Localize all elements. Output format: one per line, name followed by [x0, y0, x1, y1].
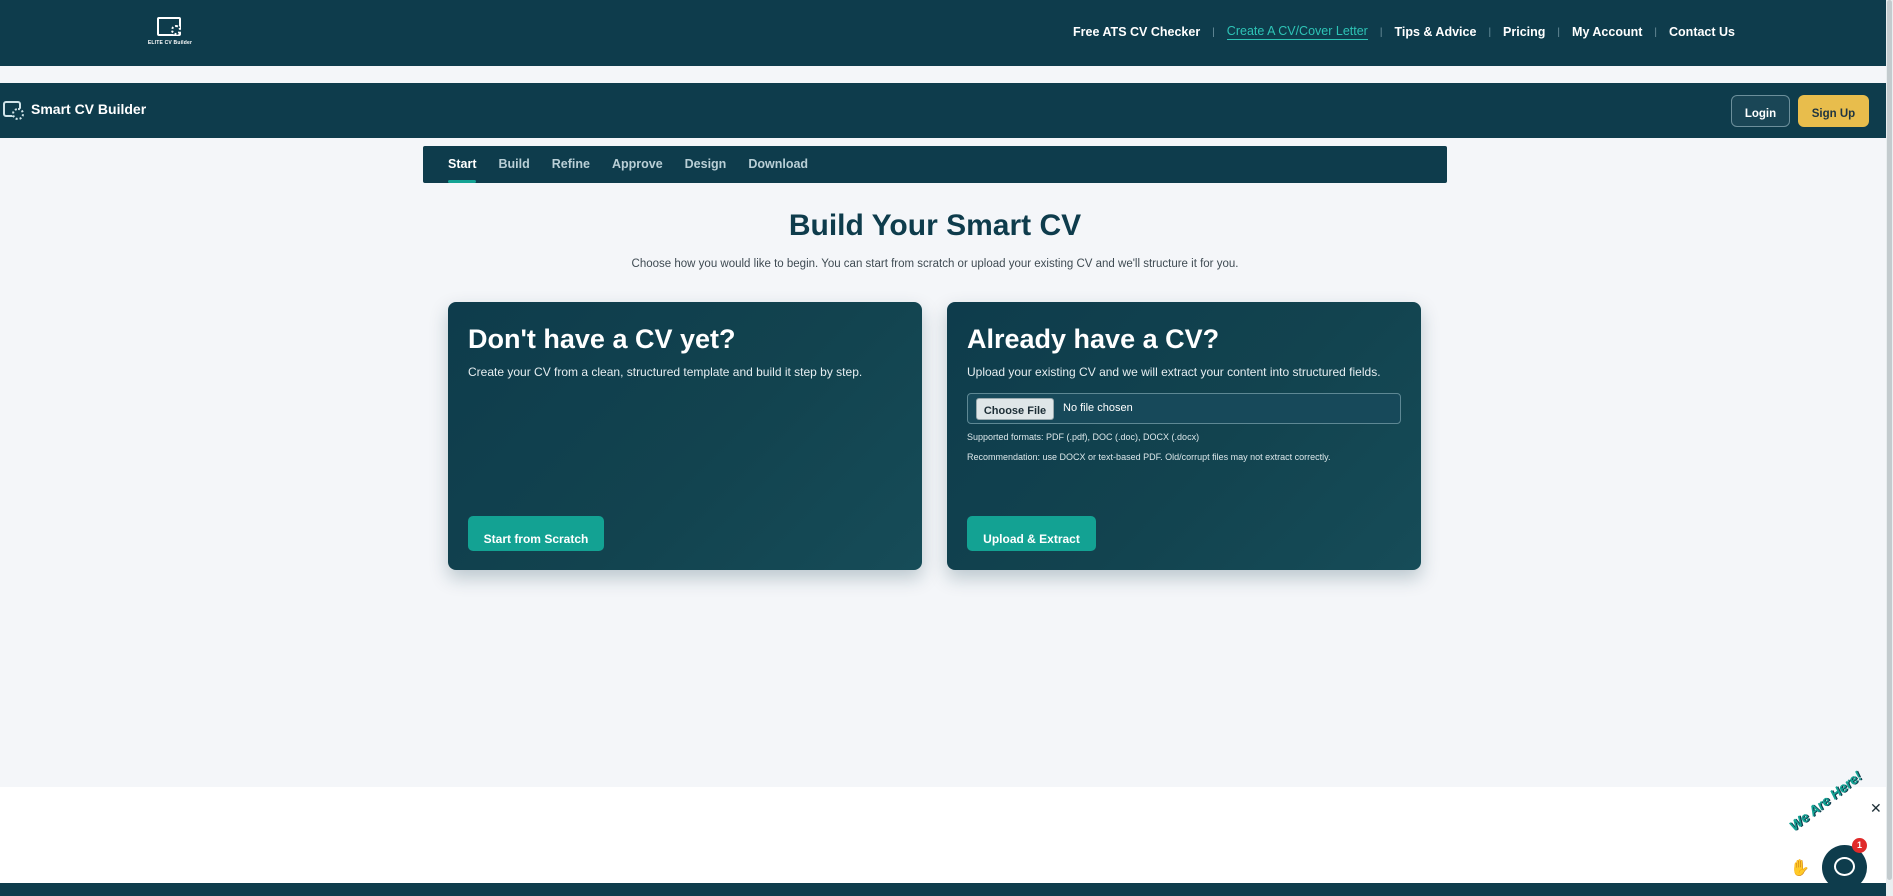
nav-link-ats-checker[interactable]: Free ATS CV Checker	[1073, 25, 1200, 39]
site-nav-links: Free ATS CV Checker | Create A CV/Cover …	[1073, 24, 1735, 40]
page-title: Build Your Smart CV	[788, 209, 1082, 242]
step-tab-build[interactable]: Build	[498, 146, 529, 183]
footer	[0, 883, 1893, 896]
cv-file-input[interactable]: Choose File No file chosen	[967, 393, 1401, 424]
nav-separator: |	[1488, 26, 1492, 38]
footer-spacer	[0, 787, 1893, 883]
supported-formats-hint: Supported formats: PDF (.pdf), DOC (.doc…	[967, 432, 1200, 442]
upload-extract-button[interactable]: Upload & Extract	[967, 516, 1096, 551]
waving-hand-icon: ✋	[1790, 860, 1810, 877]
nav-separator: |	[1654, 26, 1658, 38]
step-tab-refine[interactable]: Refine	[552, 146, 590, 183]
app-brand-name: Smart CV Builder	[31, 101, 147, 117]
step-tab-start[interactable]: Start	[448, 146, 477, 183]
nav-link-my-account[interactable]: My Account	[1572, 25, 1642, 39]
recommendation-hint: Recommendation: use DOCX or text-based P…	[967, 452, 1331, 462]
step-tab-approve[interactable]: Approve	[612, 146, 663, 183]
choose-file-button[interactable]: Choose File	[976, 398, 1054, 420]
app-brand[interactable]: Smart CV Builder	[3, 101, 147, 120]
nav-separator: |	[1557, 26, 1561, 38]
upload-card-description: Upload your existing CV and we will extr…	[967, 365, 1381, 379]
upload-cv-card: Already have a CV? Upload your existing …	[947, 302, 1421, 570]
step-tab-design[interactable]: Design	[685, 146, 727, 183]
signup-button[interactable]: Sign Up	[1798, 95, 1869, 127]
upload-card-heading: Already have a CV?	[967, 324, 1220, 354]
gear-icon	[171, 25, 181, 35]
scratch-card-description: Create your CV from a clean, structured …	[468, 365, 863, 379]
start-from-scratch-button[interactable]: Start from Scratch	[468, 516, 604, 551]
cv-builder-icon	[3, 101, 24, 120]
page-subtitle: Choose how you would like to begin. You …	[631, 258, 1239, 270]
logo-text: ELITE CV Builder	[147, 40, 193, 46]
scrollbar-thumb[interactable]	[1887, 0, 1892, 880]
wizard-steps: Start Build Refine Approve Design Downlo…	[423, 146, 1447, 183]
chat-unread-badge: 1	[1852, 838, 1867, 853]
page-scrollbar[interactable]	[1886, 0, 1893, 896]
site-logo[interactable]: ELITE CV Builder	[144, 14, 194, 50]
site-navbar: ELITE CV Builder Free ATS CV Checker | C…	[0, 0, 1893, 66]
app-header: Smart CV Builder Login Sign Up	[0, 83, 1893, 138]
nav-link-create-cv[interactable]: Create A CV/Cover Letter	[1226, 24, 1368, 40]
nav-link-tips[interactable]: Tips & Advice	[1394, 25, 1476, 39]
login-button[interactable]: Login	[1731, 95, 1790, 127]
nav-separator: |	[1212, 26, 1215, 38]
file-status-text: No file chosen	[1063, 402, 1133, 414]
start-from-scratch-card: Don't have a CV yet? Create your CV from…	[448, 302, 922, 570]
nav-link-pricing[interactable]: Pricing	[1503, 25, 1545, 39]
scratch-card-heading: Don't have a CV yet?	[468, 324, 736, 354]
nav-link-contact[interactable]: Contact Us	[1669, 25, 1735, 39]
step-tab-download[interactable]: Download	[748, 146, 808, 183]
nav-separator: |	[1379, 26, 1383, 38]
chat-close-icon[interactable]: ✕	[1870, 800, 1882, 817]
chat-icon	[1834, 857, 1855, 876]
